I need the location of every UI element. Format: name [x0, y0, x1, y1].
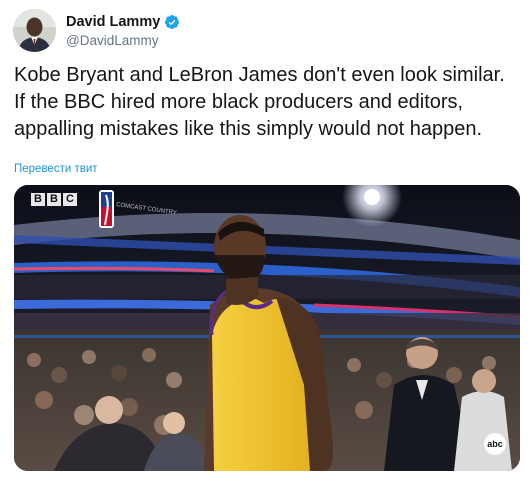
bbc-logo-letter: B	[31, 193, 45, 206]
author-name-row: David Lammy	[66, 14, 180, 30]
arena-photo: COMCAST COUNTRY	[14, 185, 520, 471]
verified-badge-icon	[165, 15, 180, 29]
author-handle[interactable]: @DavidLammy	[66, 33, 158, 48]
author-display-name[interactable]: David Lammy	[66, 14, 160, 30]
tweet-text-line: If the BBC hired more black producers an…	[14, 91, 464, 113]
bbc-logo-letter: B	[47, 193, 61, 206]
tweet-text: Kobe Bryant and LeBron James don't even …	[14, 62, 524, 143]
tweet-text-line: Kobe Bryant and LeBron James don't even …	[14, 64, 505, 86]
translate-tweet-link[interactable]: Перевести твит	[14, 163, 98, 175]
avatar[interactable]	[13, 9, 56, 52]
bbc-logo: B B C	[31, 193, 77, 206]
bbc-logo-letter: C	[63, 193, 77, 206]
abc-network-bug: abc	[484, 433, 506, 455]
tweet-media-image[interactable]: COMCAST COUNTRY B B C abc	[14, 185, 520, 471]
tweet-card: David Lammy @DavidLammy Kobe Bryant and …	[0, 0, 531, 481]
tweet-text-line: appalling mistakes like this simply woul…	[14, 118, 483, 140]
